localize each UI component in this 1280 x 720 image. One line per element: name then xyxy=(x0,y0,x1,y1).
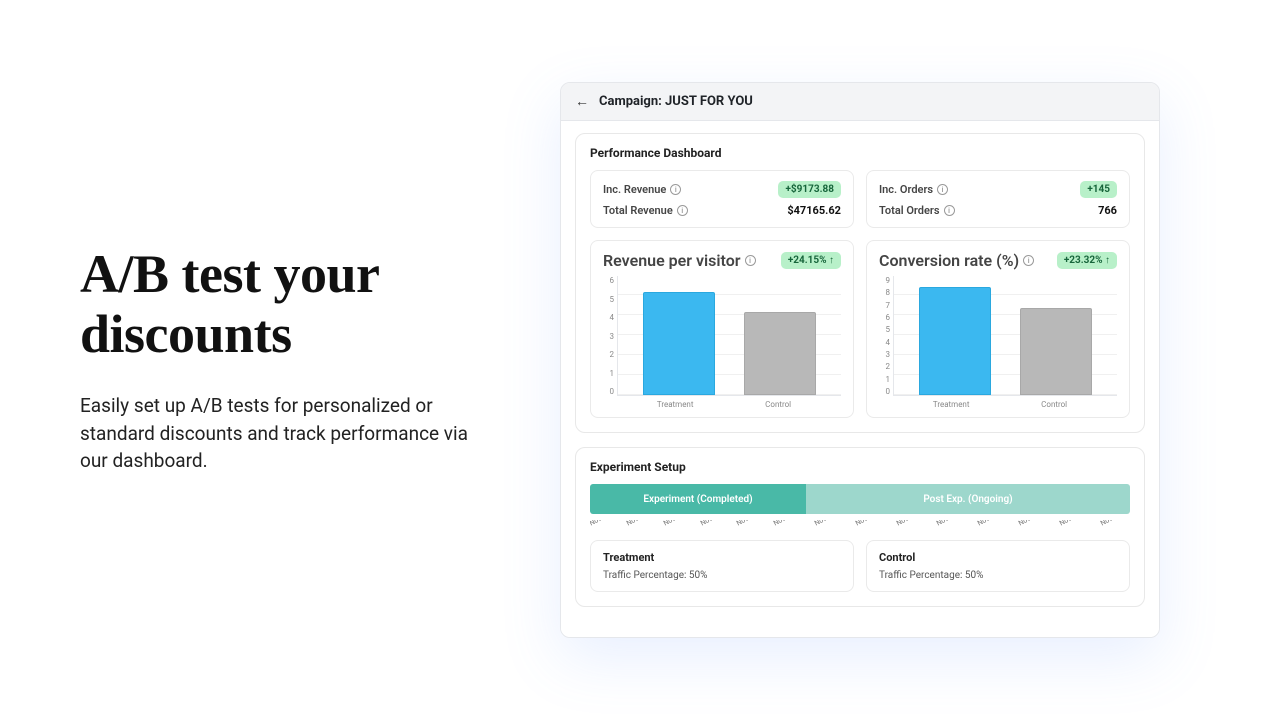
total-orders-value: 766 xyxy=(1098,204,1117,217)
conversion-label: Conversion rate (%) i xyxy=(879,251,1034,270)
info-icon[interactable]: i xyxy=(677,205,688,216)
conversion-delta-chip: +23.32% ↑ xyxy=(1057,252,1117,269)
timeline-dates: Nov 1, 2024Nov 3, 2024Nov 5, 2024Nov 7, … xyxy=(590,520,1130,528)
page-title: Campaign: JUST FOR YOU xyxy=(599,94,753,109)
treatment-traffic: Traffic Percentage: 50% xyxy=(603,570,841,581)
performance-title: Performance Dashboard xyxy=(590,146,1130,160)
total-revenue-value: $47165.62 xyxy=(787,204,841,217)
rpv-xaxis: TreatmentControl xyxy=(603,400,841,409)
marketing-sub: Easily set up A/B tests for personalized… xyxy=(80,392,480,475)
control-traffic: Traffic Percentage: 50% xyxy=(879,570,1117,581)
total-orders-label: Total Orders i xyxy=(879,204,955,217)
bar-treatment xyxy=(643,292,715,395)
info-icon[interactable]: i xyxy=(745,255,756,266)
treatment-group-name: Treatment xyxy=(603,551,841,564)
conversion-plot xyxy=(893,276,1117,396)
conversion-yaxis: 9876543210 xyxy=(879,276,893,396)
inc-orders-label: Inc. Orders i xyxy=(879,183,948,196)
rpv-chart-card: Revenue per visitor i +24.15% ↑ 6543210 … xyxy=(590,240,854,418)
rpv-label: Revenue per visitor i xyxy=(603,251,756,270)
conversion-chart-card: Conversion rate (%) i +23.32% ↑ 98765432… xyxy=(866,240,1130,418)
info-icon[interactable]: i xyxy=(1023,255,1034,266)
treatment-group-card: Treatment Traffic Percentage: 50% xyxy=(590,540,854,592)
inc-orders-chip: +145 xyxy=(1080,181,1117,198)
timeline-segment-completed: Experiment (Completed) xyxy=(590,484,806,514)
bar-control xyxy=(744,312,816,395)
control-group-card: Control Traffic Percentage: 50% xyxy=(866,540,1130,592)
info-icon[interactable]: i xyxy=(937,184,948,195)
app-window: ← Campaign: JUST FOR YOU Performance Das… xyxy=(560,82,1160,638)
inc-revenue-label: Inc. Revenue i xyxy=(603,183,681,196)
bar-control xyxy=(1020,308,1092,395)
rpv-delta-chip: +24.15% ↑ xyxy=(781,252,841,269)
total-revenue-label: Total Revenue i xyxy=(603,204,688,217)
rpv-yaxis: 6543210 xyxy=(603,276,617,396)
app-header: ← Campaign: JUST FOR YOU xyxy=(561,83,1159,121)
orders-summary-card: Inc. Orders i +145 Total Orders i xyxy=(866,170,1130,228)
timeline-segment-ongoing: Post Exp. (Ongoing) xyxy=(806,484,1130,514)
info-icon[interactable]: i xyxy=(670,184,681,195)
marketing-headline: A/B test your discounts xyxy=(80,245,500,364)
back-arrow-icon[interactable]: ← xyxy=(575,93,589,110)
rpv-plot xyxy=(617,276,841,396)
info-icon[interactable]: i xyxy=(944,205,955,216)
revenue-summary-card: Inc. Revenue i +$9173.88 Total Revenue i xyxy=(590,170,854,228)
experiment-panel: Experiment Setup Experiment (Completed) … xyxy=(575,447,1145,607)
control-group-name: Control xyxy=(879,551,1117,564)
performance-panel: Performance Dashboard Inc. Revenue i +$9… xyxy=(575,133,1145,433)
experiment-timeline: Experiment (Completed) Post Exp. (Ongoin… xyxy=(590,484,1130,514)
conversion-xaxis: TreatmentControl xyxy=(879,400,1117,409)
inc-revenue-chip: +$9173.88 xyxy=(778,181,841,198)
experiment-title: Experiment Setup xyxy=(590,460,1130,474)
bar-treatment xyxy=(919,287,991,395)
